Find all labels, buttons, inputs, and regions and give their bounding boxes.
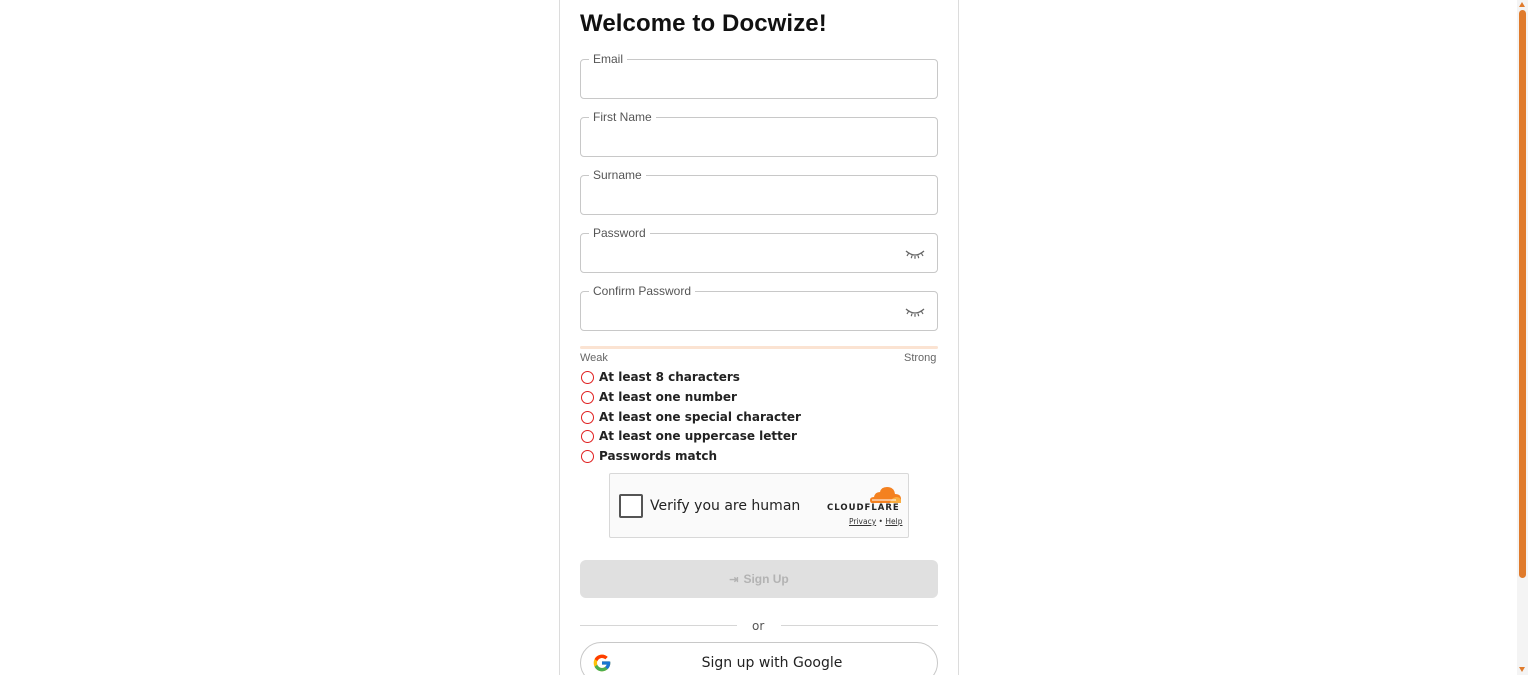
- requirement-item: At least one special character: [581, 408, 801, 426]
- captcha-label: Verify you are human: [650, 498, 801, 514]
- password-field[interactable]: Password: [580, 225, 938, 273]
- confirm-password-input[interactable]: [593, 302, 893, 322]
- confirm-password-field[interactable]: Confirm Password: [580, 283, 938, 331]
- eye-closed-icon[interactable]: [905, 247, 925, 261]
- requirement-item: At least 8 characters: [581, 368, 740, 386]
- captcha-privacy-link[interactable]: Privacy: [849, 517, 876, 526]
- google-signup-button[interactable]: Sign up with Google: [580, 642, 938, 675]
- login-icon: ⇥: [729, 573, 739, 586]
- divider-line-right: [781, 625, 938, 626]
- requirement-item: At least one number: [581, 388, 737, 406]
- first-name-label: First Name: [589, 109, 656, 125]
- first-name-input[interactable]: [593, 128, 893, 148]
- unmet-circle-icon: [581, 429, 594, 443]
- scroll-up-arrow-icon[interactable]: [1519, 2, 1525, 7]
- confirm-password-label: Confirm Password: [589, 283, 696, 299]
- scrollbar-thumb[interactable]: [1519, 10, 1526, 578]
- requirement-text: Passwords match: [599, 449, 718, 463]
- requirement-item: Passwords match: [581, 447, 717, 465]
- surname-input[interactable]: [593, 186, 893, 206]
- captcha-checkbox[interactable]: [619, 494, 643, 518]
- email-field[interactable]: Email: [580, 51, 938, 99]
- scroll-down-arrow-icon[interactable]: [1519, 667, 1525, 672]
- google-signup-label: Sign up with Google: [701, 655, 843, 671]
- password-strength-bar: [580, 346, 938, 349]
- unmet-circle-icon: [581, 370, 594, 384]
- captcha-link-separator: •: [878, 517, 883, 526]
- captcha-widget: Verify you are human CLOUDFLARE Privacy …: [609, 473, 909, 538]
- requirement-item: At least one uppercase letter: [581, 427, 797, 445]
- requirement-text: At least 8 characters: [599, 370, 740, 384]
- captcha-help-link[interactable]: Help: [885, 517, 902, 526]
- strength-strong-label: Strong: [904, 352, 937, 364]
- cloudflare-logo-icon: [870, 487, 901, 503]
- page-title: Welcome to Docwize!: [580, 10, 827, 37]
- surname-field[interactable]: Surname: [580, 167, 938, 215]
- first-name-field[interactable]: First Name: [580, 109, 938, 157]
- sign-up-button[interactable]: ⇥ Sign Up: [580, 560, 938, 598]
- surname-label: Surname: [589, 167, 646, 183]
- divider-or-text: or: [752, 619, 765, 633]
- password-input[interactable]: [593, 244, 893, 264]
- email-label: Email: [589, 51, 628, 67]
- captcha-links: Privacy • Help: [849, 517, 902, 526]
- unmet-circle-icon: [581, 390, 594, 404]
- unmet-circle-icon: [581, 410, 594, 424]
- requirement-text: At least one special character: [599, 410, 801, 424]
- cloudflare-brand: CLOUDFLARE: [827, 503, 900, 513]
- eye-closed-icon[interactable]: [905, 305, 925, 319]
- page-scrollbar[interactable]: [1517, 0, 1528, 675]
- unmet-circle-icon: [581, 449, 594, 463]
- requirement-text: At least one uppercase letter: [599, 429, 797, 443]
- requirement-text: At least one number: [599, 390, 737, 404]
- divider-line-left: [580, 625, 737, 626]
- email-input[interactable]: [593, 70, 893, 90]
- sign-up-label: Sign Up: [743, 572, 789, 586]
- strength-weak-label: Weak: [580, 352, 608, 364]
- password-label: Password: [589, 225, 650, 241]
